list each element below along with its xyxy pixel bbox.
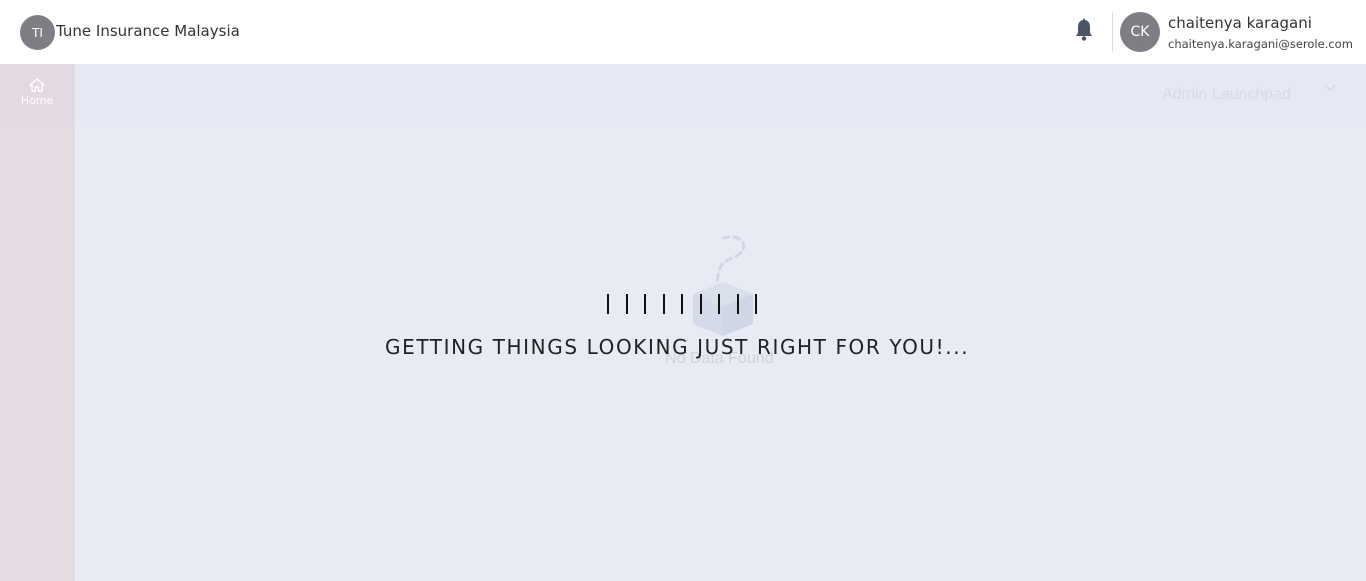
org-name: Tune Insurance Malaysia (56, 22, 240, 40)
loader-bar (607, 294, 609, 314)
loading-message: GETTING THINGS LOOKING JUST RIGHT FOR YO… (385, 335, 970, 359)
top-header: TI Tune Insurance Malaysia CK chaitenya … (0, 0, 1366, 64)
sidebar: Home (0, 64, 75, 581)
loader-bar (718, 294, 720, 314)
loader-bar (681, 294, 683, 314)
sidebar-item-home[interactable]: Home (0, 64, 74, 126)
org-avatar: TI (20, 15, 55, 50)
loader-bar (736, 294, 739, 314)
empty-box-icon (693, 235, 753, 336)
loader-bar (662, 294, 665, 314)
loading-spinner (607, 294, 767, 314)
user-email: chaitenya.karagani@serole.com (1168, 37, 1353, 51)
launchpad-dropdown[interactable]: Admin Launchpad (1162, 86, 1291, 104)
user-avatar[interactable]: CK (1120, 12, 1160, 52)
home-icon (29, 78, 45, 92)
loader-bar (755, 294, 757, 314)
chevron-down-icon[interactable] (1323, 82, 1337, 94)
loader-bar (699, 294, 702, 314)
main-topbar: Admin Launchpad (75, 64, 1366, 126)
main-content: Admin Launchpad No Data Found (75, 64, 1366, 581)
loader-bar (644, 294, 646, 314)
loader-bar (625, 294, 628, 314)
bell-icon[interactable] (1074, 18, 1094, 42)
header-divider (1112, 12, 1113, 52)
sidebar-item-label: Home (20, 94, 54, 107)
user-name: chaitenya karagani (1168, 14, 1312, 32)
